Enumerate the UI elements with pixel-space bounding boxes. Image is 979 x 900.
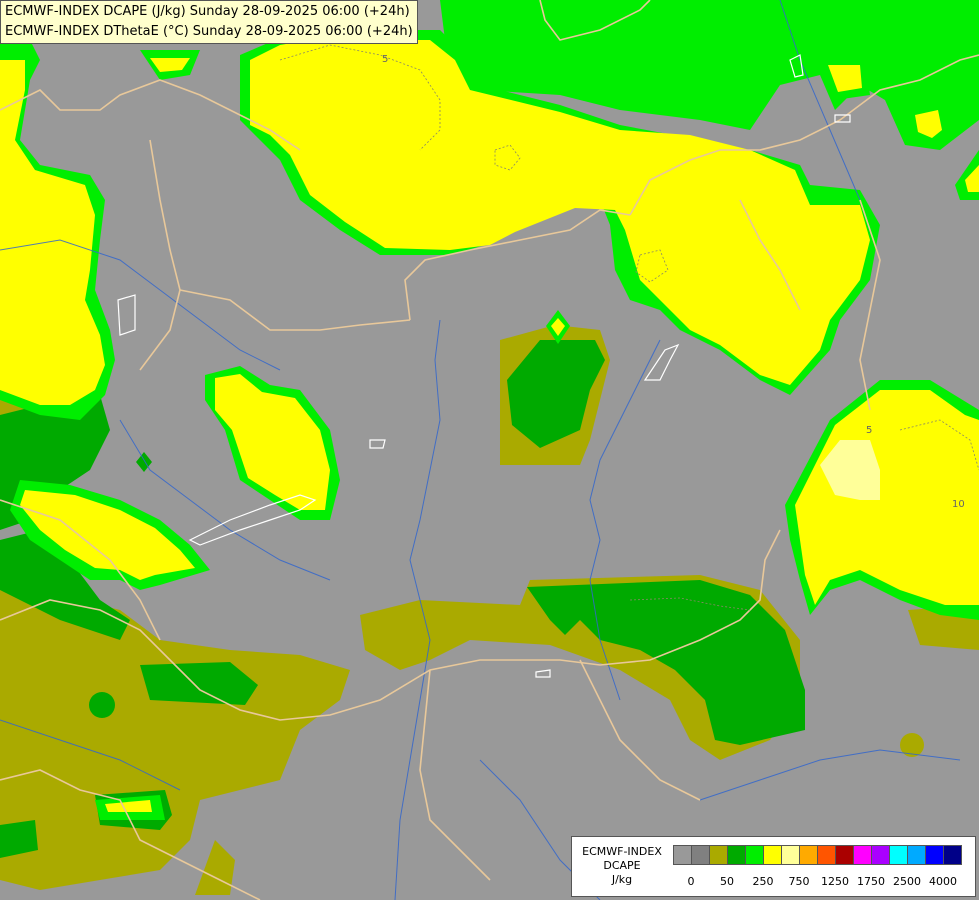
legend-swatch: [835, 845, 854, 865]
legend-swatch: [889, 845, 908, 865]
legend-tick-label: 2500: [893, 875, 921, 888]
contour-label: 5: [866, 425, 872, 436]
legend-swatch: [763, 845, 782, 865]
legend-tick-label: 4000: [929, 875, 957, 888]
title-line-dthetae: ECMWF-INDEX DThetaE (°C) Sunday 28-09-20…: [5, 24, 413, 39]
map-title: ECMWF-INDEX DCAPE (J/kg) Sunday 28-09-20…: [0, 0, 418, 44]
legend-ticks: 0 50 250 750 1250 1750 2500 4000: [673, 875, 973, 889]
legend-swatch: [907, 845, 926, 865]
legend-title-line: DCAPE: [603, 859, 641, 872]
contour-label: 5: [382, 54, 388, 65]
legend-swatch: [745, 845, 764, 865]
legend-tick-label: 1250: [821, 875, 849, 888]
title-line-dcape: ECMWF-INDEX DCAPE (J/kg) Sunday 28-09-20…: [5, 4, 410, 19]
contour-label: 10: [952, 499, 965, 510]
legend-swatch: [871, 845, 890, 865]
legend-title: ECMWF-INDEX DCAPE J/kg: [576, 845, 668, 887]
legend-swatch: [799, 845, 818, 865]
legend-tick-label: 1750: [857, 875, 885, 888]
color-legend: ECMWF-INDEX DCAPE J/kg 0 50 250 750 1250 1750…: [571, 836, 976, 897]
legend-title-line: J/kg: [611, 873, 633, 886]
legend-swatch: [709, 845, 728, 865]
legend-swatch: [673, 845, 692, 865]
legend-title-line: ECMWF-INDEX: [582, 845, 662, 858]
legend-swatch: [853, 845, 872, 865]
legend-swatches: [673, 845, 962, 865]
legend-swatch: [727, 845, 746, 865]
legend-tick-label: 250: [752, 875, 774, 888]
legend-swatch: [781, 845, 800, 865]
legend-tick-label: 50: [720, 875, 734, 888]
legend-swatch: [943, 845, 962, 865]
legend-tick-label: 750: [788, 875, 810, 888]
legend-tick-label: 0: [687, 875, 695, 888]
map-canvas[interactable]: 5 5 10: [0, 0, 979, 900]
legend-swatch: [925, 845, 944, 865]
legend-swatch: [817, 845, 836, 865]
legend-swatch: [691, 845, 710, 865]
